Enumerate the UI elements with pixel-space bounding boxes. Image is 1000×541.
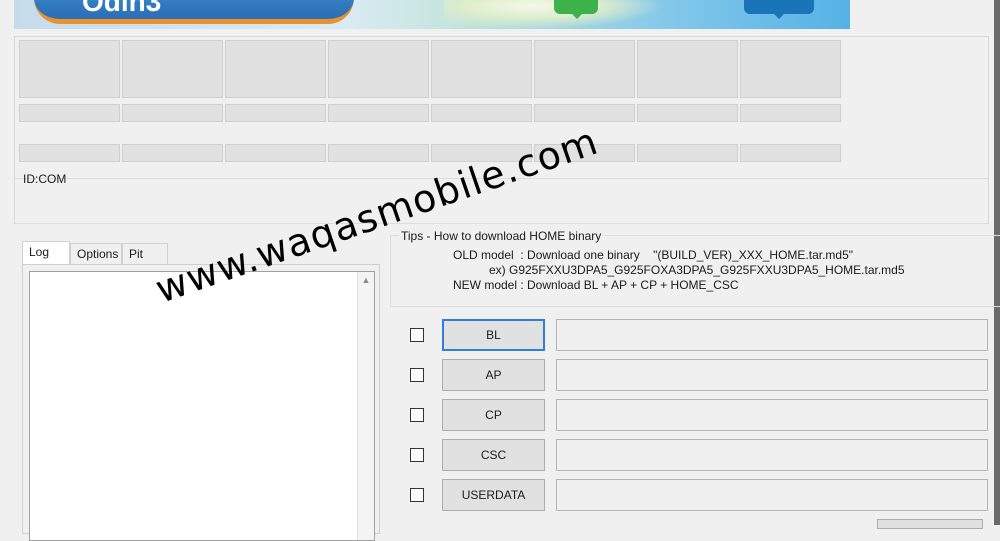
userdata-path-field[interactable] bbox=[556, 479, 988, 511]
log-panel: ▲ bbox=[22, 264, 380, 541]
userdata-button[interactable]: USERDATA bbox=[442, 479, 545, 511]
file-row-bl: BL bbox=[408, 319, 988, 351]
tab-options[interactable]: Options bbox=[70, 243, 122, 265]
port-slot bbox=[740, 40, 841, 98]
bl-button[interactable]: BL bbox=[442, 319, 545, 351]
csc-path-field[interactable] bbox=[556, 439, 988, 471]
port-slots-progress bbox=[19, 104, 841, 122]
port-progress bbox=[122, 104, 223, 122]
start-button-partial[interactable] bbox=[877, 519, 983, 529]
csc-button[interactable]: CSC bbox=[442, 439, 545, 471]
divider bbox=[15, 223, 988, 224]
port-com bbox=[740, 144, 841, 162]
map-pin-blue-icon bbox=[744, 0, 814, 19]
port-slot bbox=[534, 40, 635, 98]
port-com bbox=[225, 144, 326, 162]
tip-old-model: OLD model : Download one binary "(BUILD_… bbox=[453, 248, 854, 262]
port-progress bbox=[225, 104, 326, 122]
tips-title: Tips - How to download HOME binary bbox=[399, 229, 604, 243]
port-slot bbox=[431, 40, 532, 98]
tab-log[interactable]: Log bbox=[22, 241, 70, 265]
port-status-group: ID:COM bbox=[14, 36, 989, 224]
odin-banner: Odin3 bbox=[14, 0, 850, 29]
port-progress bbox=[431, 104, 532, 122]
cp-checkbox[interactable] bbox=[410, 408, 424, 422]
csc-checkbox[interactable] bbox=[410, 448, 424, 462]
log-textarea[interactable]: ▲ bbox=[29, 271, 375, 541]
port-progress bbox=[19, 104, 120, 122]
tip-new-model: NEW model : Download BL + AP + CP + HOME… bbox=[453, 278, 739, 292]
port-slots-com bbox=[19, 144, 841, 162]
userdata-checkbox[interactable] bbox=[410, 488, 424, 502]
tip-example: ex) G925FXXU3DPA5_G925FOXA3DPA5_G925FXXU… bbox=[489, 263, 905, 277]
port-progress bbox=[637, 104, 738, 122]
port-slot bbox=[225, 40, 326, 98]
port-progress bbox=[740, 104, 841, 122]
tips-group: Tips - How to download HOME binary OLD m… bbox=[390, 229, 1000, 307]
port-slot bbox=[122, 40, 223, 98]
ap-path-field[interactable] bbox=[556, 359, 988, 391]
tab-bar: Log Options Pit bbox=[22, 241, 168, 265]
ap-checkbox[interactable] bbox=[410, 368, 424, 382]
file-row-cp: CP bbox=[408, 399, 988, 431]
port-slot bbox=[637, 40, 738, 98]
app-logo-text: Odin3 bbox=[82, 0, 162, 17]
tab-pit[interactable]: Pit bbox=[122, 243, 168, 265]
port-com bbox=[637, 144, 738, 162]
port-slots-status bbox=[19, 40, 841, 98]
file-row-ap: AP bbox=[408, 359, 988, 391]
port-progress bbox=[328, 104, 429, 122]
cp-button[interactable]: CP bbox=[442, 399, 545, 431]
port-slot bbox=[19, 40, 120, 98]
port-slot bbox=[328, 40, 429, 98]
bl-checkbox[interactable] bbox=[410, 328, 424, 342]
map-pin-green-icon bbox=[554, 0, 598, 19]
port-com bbox=[122, 144, 223, 162]
scroll-up-arrow-icon[interactable]: ▲ bbox=[358, 272, 374, 289]
file-row-csc: CSC bbox=[408, 439, 988, 471]
ap-button[interactable]: AP bbox=[442, 359, 545, 391]
port-com bbox=[19, 144, 120, 162]
log-scrollbar[interactable]: ▲ bbox=[357, 272, 374, 540]
bl-path-field[interactable] bbox=[556, 319, 988, 351]
cp-path-field[interactable] bbox=[556, 399, 988, 431]
id-com-label: ID:COM bbox=[23, 172, 67, 186]
port-com bbox=[328, 144, 429, 162]
file-row-userdata: USERDATA bbox=[408, 479, 988, 511]
